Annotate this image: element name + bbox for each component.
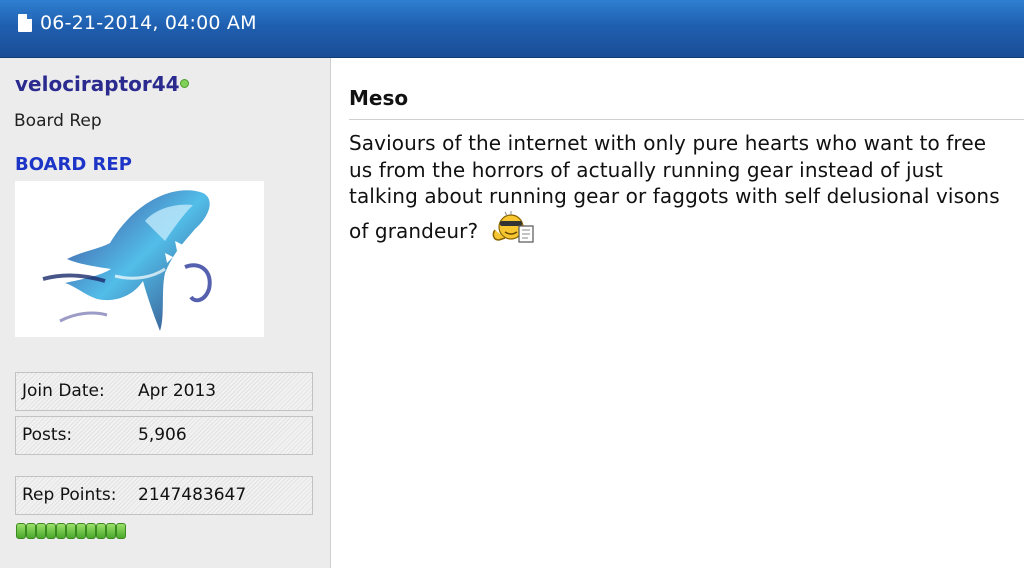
online-status-icon xyxy=(180,79,189,88)
post-date: 06-21-2014, 04:00 AM xyxy=(40,12,257,34)
thinking-smiley-icon xyxy=(491,210,537,251)
username-link[interactable]: velociraptor44 xyxy=(15,72,180,96)
user-info-panel: velociraptor44 Board Rep BOARD REP Join … xyxy=(0,58,331,568)
user-avatar[interactable] xyxy=(15,181,264,337)
user-rank: BOARD REP xyxy=(15,154,132,175)
join-date-label: Join Date: xyxy=(22,381,105,401)
reputation-pip xyxy=(56,523,66,539)
rep-points-stat: Rep Points: 2147483647 xyxy=(15,476,313,515)
reputation-pip xyxy=(46,523,56,539)
reputation-pip xyxy=(66,523,76,539)
posts-label: Posts: xyxy=(22,425,73,445)
post-header: 06-21-2014, 04:00 AM xyxy=(0,0,1024,58)
join-date-value: Apr 2013 xyxy=(138,381,217,401)
user-title: Board Rep xyxy=(14,111,102,131)
reputation-bar[interactable] xyxy=(16,523,126,539)
post-title: Meso xyxy=(349,86,409,110)
reputation-pip xyxy=(36,523,46,539)
rep-points-label: Rep Points: xyxy=(22,485,117,505)
reputation-pip xyxy=(76,523,86,539)
rep-points-value: 2147483647 xyxy=(138,485,247,505)
reputation-pip xyxy=(116,523,126,539)
post-message: Saviours of the internet with only pure … xyxy=(349,130,1014,250)
reputation-pip xyxy=(106,523,116,539)
raptor-avatar-icon xyxy=(42,190,212,331)
reputation-pip xyxy=(16,523,26,539)
title-divider xyxy=(349,119,1024,120)
join-date-stat: Join Date: Apr 2013 xyxy=(15,372,313,411)
post-body-text: Saviours of the internet with only pure … xyxy=(349,131,1000,243)
posts-stat: Posts: 5,906 xyxy=(15,416,313,455)
reputation-pip xyxy=(86,523,96,539)
post-content: Meso Saviours of the internet with only … xyxy=(332,58,1024,568)
posts-value: 5,906 xyxy=(138,425,187,445)
reputation-pip xyxy=(96,523,106,539)
reputation-pip xyxy=(26,523,36,539)
document-icon xyxy=(18,14,32,32)
